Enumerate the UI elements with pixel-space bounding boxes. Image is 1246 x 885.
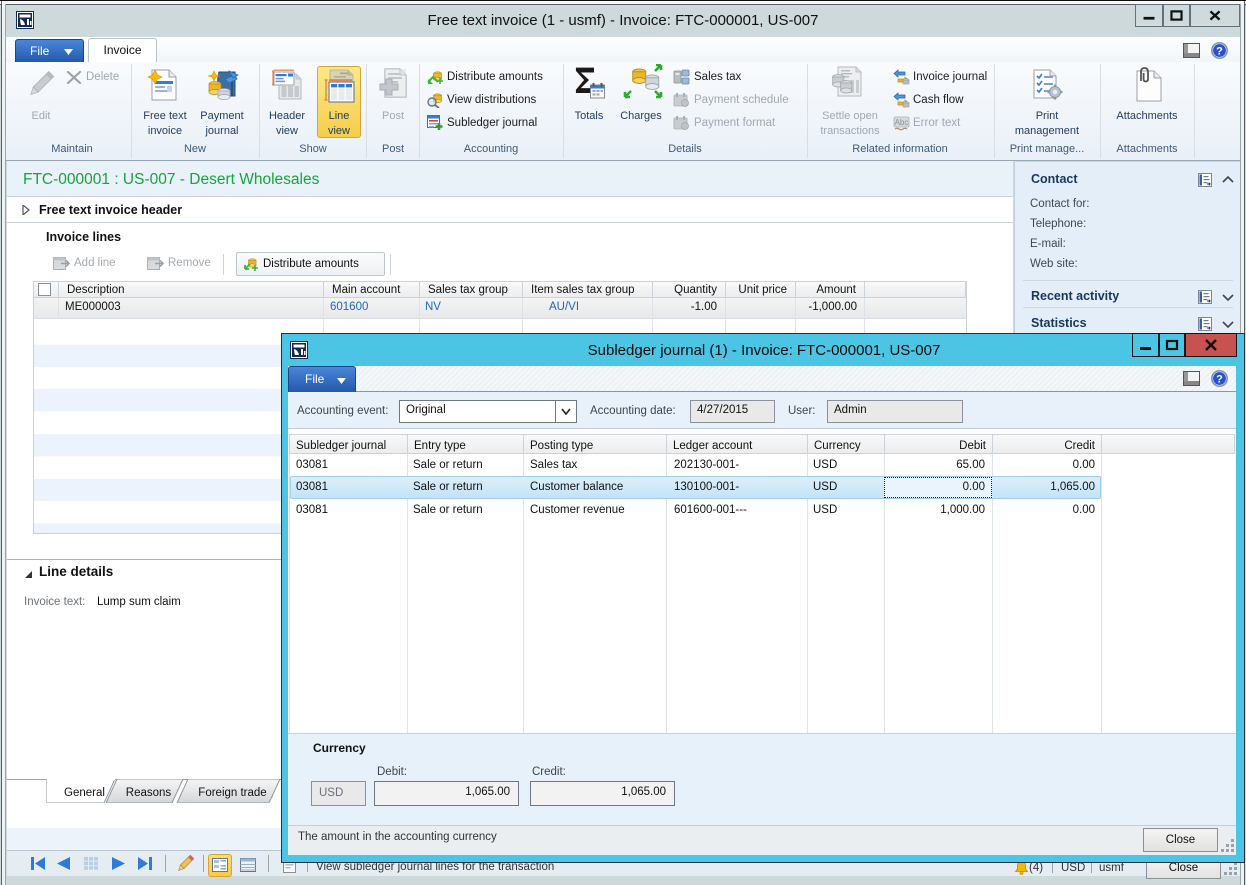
svg-text:Foreign trade: Foreign trade bbox=[198, 787, 266, 799]
svg-text:?: ? bbox=[1216, 46, 1223, 58]
svg-text:Abc: Abc bbox=[895, 118, 909, 127]
svg-text:Reasons: Reasons bbox=[126, 787, 172, 799]
svg-text:?: ? bbox=[1216, 374, 1223, 386]
svg-text:General: General bbox=[64, 787, 105, 799]
